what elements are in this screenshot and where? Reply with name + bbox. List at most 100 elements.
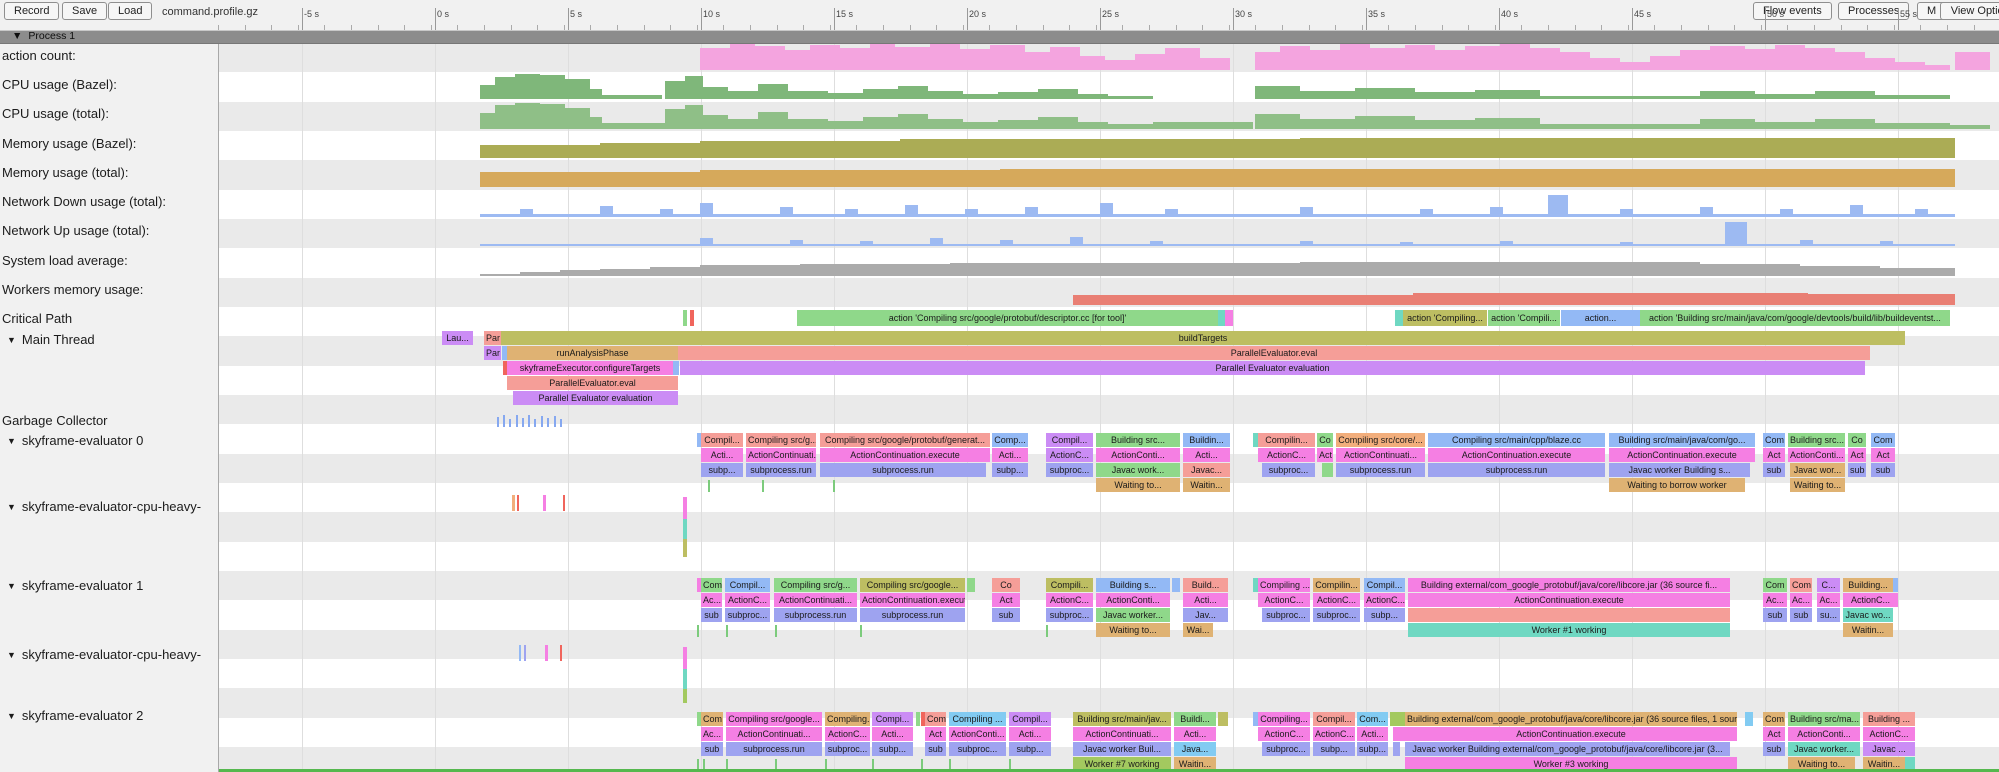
trace-event-block[interactable] (1893, 578, 1898, 592)
trace-event-block[interactable]: ActionContinuation.execute (1408, 593, 1730, 607)
trace-event-block[interactable] (1393, 742, 1400, 756)
trace-event-block[interactable]: Compil... (1046, 433, 1093, 447)
trace-event-block[interactable]: ActionContinuati... (1073, 727, 1171, 741)
trace-event-block[interactable]: Com (701, 712, 723, 726)
trace-event-block[interactable]: Building src/main/jav... (1073, 712, 1171, 726)
collapse-arrow-icon[interactable]: ▼ (7, 502, 16, 512)
trace-event-block[interactable]: subproc... (1046, 608, 1093, 622)
trace-event-block[interactable]: ActionC... (1313, 727, 1355, 741)
trace-event-block[interactable]: subproc... (825, 742, 870, 756)
trace-event-block[interactable]: Wai... (1183, 623, 1213, 637)
trace-event-block[interactable]: sub (701, 742, 723, 756)
row-label[interactable]: Network Up usage (total): (2, 223, 149, 238)
trace-event-block[interactable]: ActionConti... (1788, 448, 1845, 462)
trace-event-block[interactable]: Java... (1174, 742, 1216, 756)
trace-event-block[interactable]: subprocess.run (1336, 463, 1425, 477)
trace-event-block[interactable]: skyframeExecutor.configureTargets (507, 361, 673, 375)
trace-event-block[interactable]: ActionC... (1258, 727, 1310, 741)
trace-event-block[interactable]: Jav... (1183, 608, 1228, 622)
row-label[interactable]: Memory usage (Bazel): (2, 136, 136, 151)
trace-event-block[interactable]: Com (1763, 433, 1785, 447)
trace-event-block[interactable]: Compiling ... (949, 712, 1006, 726)
trace-event-block[interactable]: ActionC... (1258, 448, 1315, 462)
trace-event-block[interactable]: ParallelEvaluator.eval (507, 376, 678, 390)
trace-event-block[interactable]: Acti... (1009, 727, 1051, 741)
trace-event-block[interactable]: Compiling ... (1258, 578, 1310, 592)
trace-event-block[interactable]: ActionC... (1364, 593, 1405, 607)
trace-event-block[interactable]: Compiling src/core/... (1336, 433, 1425, 447)
cpu-heavy-event-mark[interactable] (683, 519, 687, 539)
trace-event-block[interactable]: subproc... (1262, 463, 1315, 477)
trace-event-block[interactable]: ActionContinuati... (1336, 448, 1425, 462)
trace-event-block[interactable]: Javac worker Buil... (1073, 742, 1171, 756)
trace-event-block[interactable]: ActionC... (1046, 593, 1093, 607)
cpu-heavy-event-mark[interactable] (560, 645, 562, 661)
trace-event-block[interactable]: su... (1817, 608, 1840, 622)
trace-event-block[interactable]: Building src... (1096, 433, 1180, 447)
trace-event-block[interactable]: ActionContinuation.execute (820, 448, 990, 462)
cpu-heavy-event-mark[interactable] (543, 495, 546, 511)
trace-event-block[interactable]: ActionC... (1843, 593, 1898, 607)
trace-event-block[interactable] (683, 310, 687, 326)
cpu-heavy-event-mark[interactable] (519, 645, 521, 661)
trace-event-block[interactable]: ActionContinuati... (774, 593, 857, 607)
trace-event-block[interactable]: Compil... (725, 578, 770, 592)
trace-event-block[interactable]: Building external/com_google_protobuf/ja… (1405, 712, 1737, 726)
trace-event-block[interactable]: Acti... (1183, 448, 1230, 462)
trace-event-block[interactable]: ActionConti... (1788, 727, 1860, 741)
load-button[interactable]: Load (108, 2, 152, 20)
trace-event-block[interactable]: Waiting to... (1096, 478, 1180, 492)
trace-event-block[interactable]: subproc... (1262, 608, 1310, 622)
trace-event-block[interactable] (916, 712, 920, 726)
trace-event-block[interactable]: Act (992, 593, 1020, 607)
trace-event-block[interactable]: ActionConti... (1096, 448, 1180, 462)
trace-event-block[interactable]: Javac worker Building s... (1609, 463, 1750, 477)
trace-event-block[interactable]: Javac worker... (1788, 742, 1860, 756)
trace-event-block[interactable]: ActionContinuation.execute (1609, 448, 1755, 462)
trace-event-block[interactable]: action 'Compili... (1488, 310, 1560, 326)
cpu-heavy-event-mark[interactable] (517, 495, 519, 511)
trace-event-block[interactable]: Waitin... (1183, 478, 1230, 492)
row-label[interactable]: CPU usage (total): (2, 106, 109, 121)
trace-event-block[interactable] (1218, 712, 1228, 726)
trace-event-block[interactable]: Waiting to... (1790, 478, 1845, 492)
trace-event-block[interactable]: Compilin... (1258, 433, 1315, 447)
trace-event-block[interactable]: ActionContinuati... (726, 727, 822, 741)
trace-event-block[interactable]: Building s... (1096, 578, 1170, 592)
collapse-arrow-icon[interactable]: ▼ (7, 335, 16, 345)
trace-event-block[interactable]: subp... (701, 463, 743, 477)
trace-event-block[interactable]: Building external/com_google_protobuf/ja… (1408, 578, 1730, 592)
trace-event-block[interactable]: Waiting to... (1096, 623, 1170, 637)
trace-event-block[interactable]: Javac work... (1096, 463, 1180, 477)
cpu-heavy-event-mark[interactable] (683, 497, 687, 519)
cpu-heavy-event-mark[interactable] (683, 539, 687, 557)
trace-event-block[interactable]: Com (1763, 578, 1787, 592)
trace-event-block[interactable]: sub (1790, 608, 1812, 622)
trace-event-block[interactable]: subproc... (725, 608, 770, 622)
record-button[interactable]: Record (4, 2, 59, 20)
row-label[interactable]: Critical Path (2, 311, 72, 326)
trace-event-block[interactable]: Ac... (1817, 593, 1840, 607)
trace-event-block[interactable]: Acti... (992, 448, 1028, 462)
trace-event-block[interactable]: ActionConti... (1096, 593, 1170, 607)
cpu-heavy-event-mark[interactable] (683, 689, 687, 703)
trace-event-block[interactable]: Compiling src/google... (726, 712, 822, 726)
trace-event-block[interactable]: ActionC... (1313, 593, 1360, 607)
trace-event-block[interactable]: Compiling src/google/protobuf/generat... (820, 433, 990, 447)
trace-event-block[interactable]: Acti... (1357, 727, 1388, 741)
trace-event-block[interactable]: C... (1817, 578, 1840, 592)
trace-event-block[interactable]: Compiling src/g... (774, 578, 857, 592)
trace-event-block[interactable]: Com (1763, 712, 1785, 726)
trace-event-block[interactable]: Compil... (1313, 712, 1355, 726)
trace-event-block[interactable]: Building src/ma... (1788, 712, 1860, 726)
trace-event-block[interactable]: sub (992, 608, 1020, 622)
trace-event-block[interactable]: subp... (1009, 742, 1051, 756)
trace-event-block[interactable]: subp... (1364, 608, 1405, 622)
trace-event-block[interactable]: subprocess.run (726, 742, 822, 756)
trace-event-block[interactable]: Act (1848, 448, 1866, 462)
trace-event-block[interactable]: Compil... (701, 433, 743, 447)
trace-event-block[interactable]: Javac worker Building external/com_googl… (1405, 742, 1730, 756)
trace-event-block[interactable]: Ac... (1790, 593, 1812, 607)
trace-event-block[interactable]: ActionConti... (949, 727, 1006, 741)
trace-event-block[interactable]: action 'Building src/main/java/com/googl… (1640, 310, 1950, 326)
